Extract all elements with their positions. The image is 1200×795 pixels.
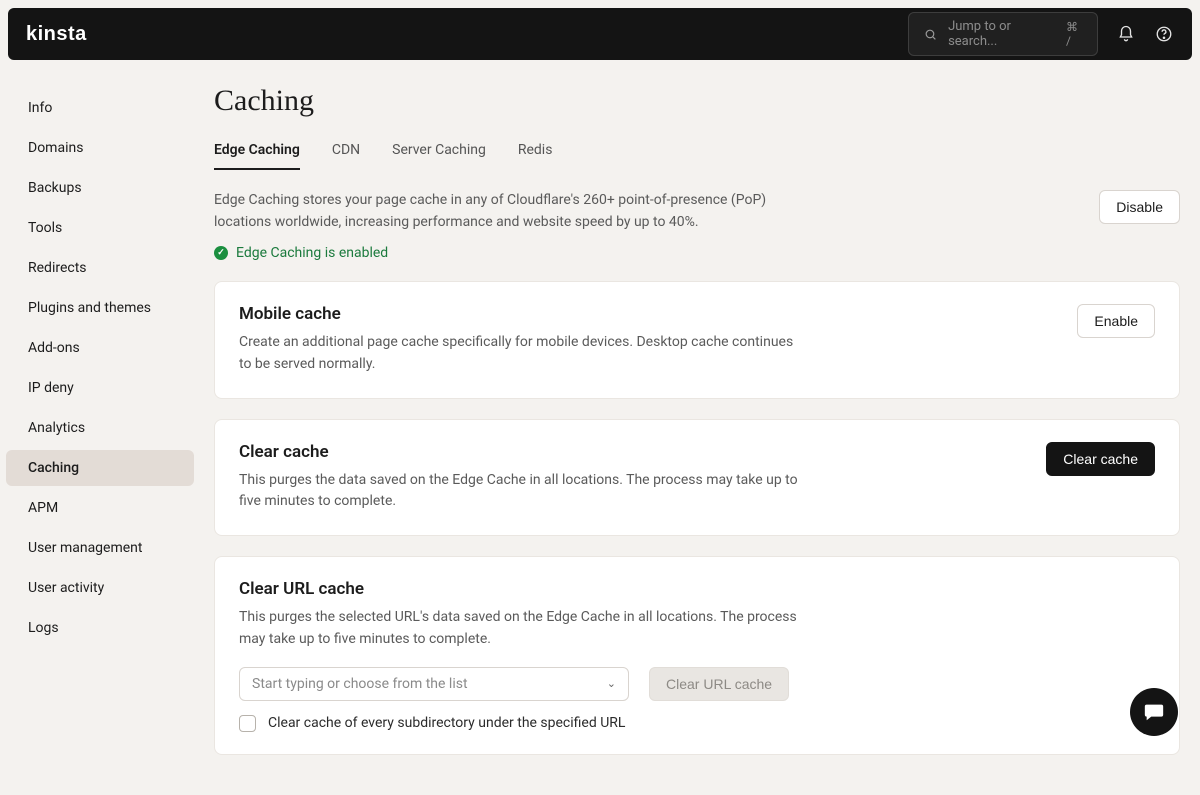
sidebar-item-domains[interactable]: Domains <box>6 130 194 166</box>
clear-subdirectories-checkbox[interactable] <box>239 715 256 732</box>
clear-cache-title: Clear cache <box>239 442 799 462</box>
check-icon: ✓ <box>214 246 228 260</box>
search-icon <box>921 24 940 44</box>
chat-fab[interactable] <box>1130 688 1178 736</box>
sidebar-item-redirects[interactable]: Redirects <box>6 250 194 286</box>
help-icon[interactable] <box>1154 24 1174 44</box>
enable-mobile-cache-button[interactable]: Enable <box>1077 304 1155 338</box>
mobile-cache-desc: Create an additional page cache specific… <box>239 332 799 375</box>
bell-icon[interactable] <box>1116 24 1136 44</box>
sidebar-item-plugins-and-themes[interactable]: Plugins and themes <box>6 290 194 326</box>
page-title: Caching <box>214 84 1180 118</box>
disable-edge-caching-button[interactable]: Disable <box>1099 190 1180 224</box>
chat-icon <box>1143 701 1165 723</box>
sidebar-item-logs[interactable]: Logs <box>6 610 194 646</box>
global-search[interactable]: Jump to or search... ⌘ / <box>908 12 1098 56</box>
clear-url-cache-desc: This purges the selected URL's data save… <box>239 607 799 650</box>
sidebar-item-backups[interactable]: Backups <box>6 170 194 206</box>
caching-tabs: Edge Caching CDN Server Caching Redis <box>214 142 1180 170</box>
clear-url-cache-button[interactable]: Clear URL cache <box>649 667 789 701</box>
sidebar-item-user-management[interactable]: User management <box>6 530 194 566</box>
sidebar: Info Domains Backups Tools Redirects Plugins … <box>0 60 200 795</box>
clear-cache-desc: This purges the data saved on the Edge C… <box>239 470 799 513</box>
tab-redis[interactable]: Redis <box>518 142 553 170</box>
tab-edge-caching[interactable]: Edge Caching <box>214 142 300 170</box>
url-combobox[interactable]: Start typing or choose from the list ⌄ <box>239 667 629 701</box>
edge-caching-status: ✓ Edge Caching is enabled <box>214 245 774 261</box>
sidebar-item-info[interactable]: Info <box>6 90 194 126</box>
logo: kinsta <box>26 23 87 46</box>
top-header: kinsta Jump to or search... ⌘ / <box>8 8 1192 60</box>
sidebar-item-apm[interactable]: APM <box>6 490 194 526</box>
sidebar-item-user-activity[interactable]: User activity <box>6 570 194 606</box>
sidebar-item-add-ons[interactable]: Add-ons <box>6 330 194 366</box>
clear-url-cache-title: Clear URL cache <box>239 579 1155 599</box>
main-content: Caching Edge Caching CDN Server Caching Red… <box>200 60 1190 795</box>
header-actions: Jump to or search... ⌘ / <box>908 12 1174 56</box>
chevron-down-icon: ⌄ <box>607 677 616 690</box>
search-placeholder: Jump to or search... <box>948 19 1058 49</box>
clear-cache-card: Clear cache This purges the data saved o… <box>214 419 1180 536</box>
sidebar-item-analytics[interactable]: Analytics <box>6 410 194 446</box>
edge-caching-intro: Edge Caching stores your page cache in a… <box>214 190 774 233</box>
url-combobox-placeholder: Start typing or choose from the list <box>252 676 468 692</box>
sidebar-item-tools[interactable]: Tools <box>6 210 194 246</box>
clear-url-cache-card: Clear URL cache This purges the selected… <box>214 556 1180 754</box>
tab-server-caching[interactable]: Server Caching <box>392 142 486 170</box>
clear-subdirectories-label: Clear cache of every subdirectory under … <box>268 715 625 731</box>
status-text: Edge Caching is enabled <box>236 245 388 261</box>
tab-cdn[interactable]: CDN <box>332 142 360 170</box>
sidebar-item-caching[interactable]: Caching <box>6 450 194 486</box>
search-shortcut: ⌘ / <box>1066 20 1085 48</box>
sidebar-item-ip-deny[interactable]: IP deny <box>6 370 194 406</box>
clear-cache-button[interactable]: Clear cache <box>1046 442 1155 476</box>
mobile-cache-card: Mobile cache Create an additional page c… <box>214 281 1180 398</box>
mobile-cache-title: Mobile cache <box>239 304 799 324</box>
